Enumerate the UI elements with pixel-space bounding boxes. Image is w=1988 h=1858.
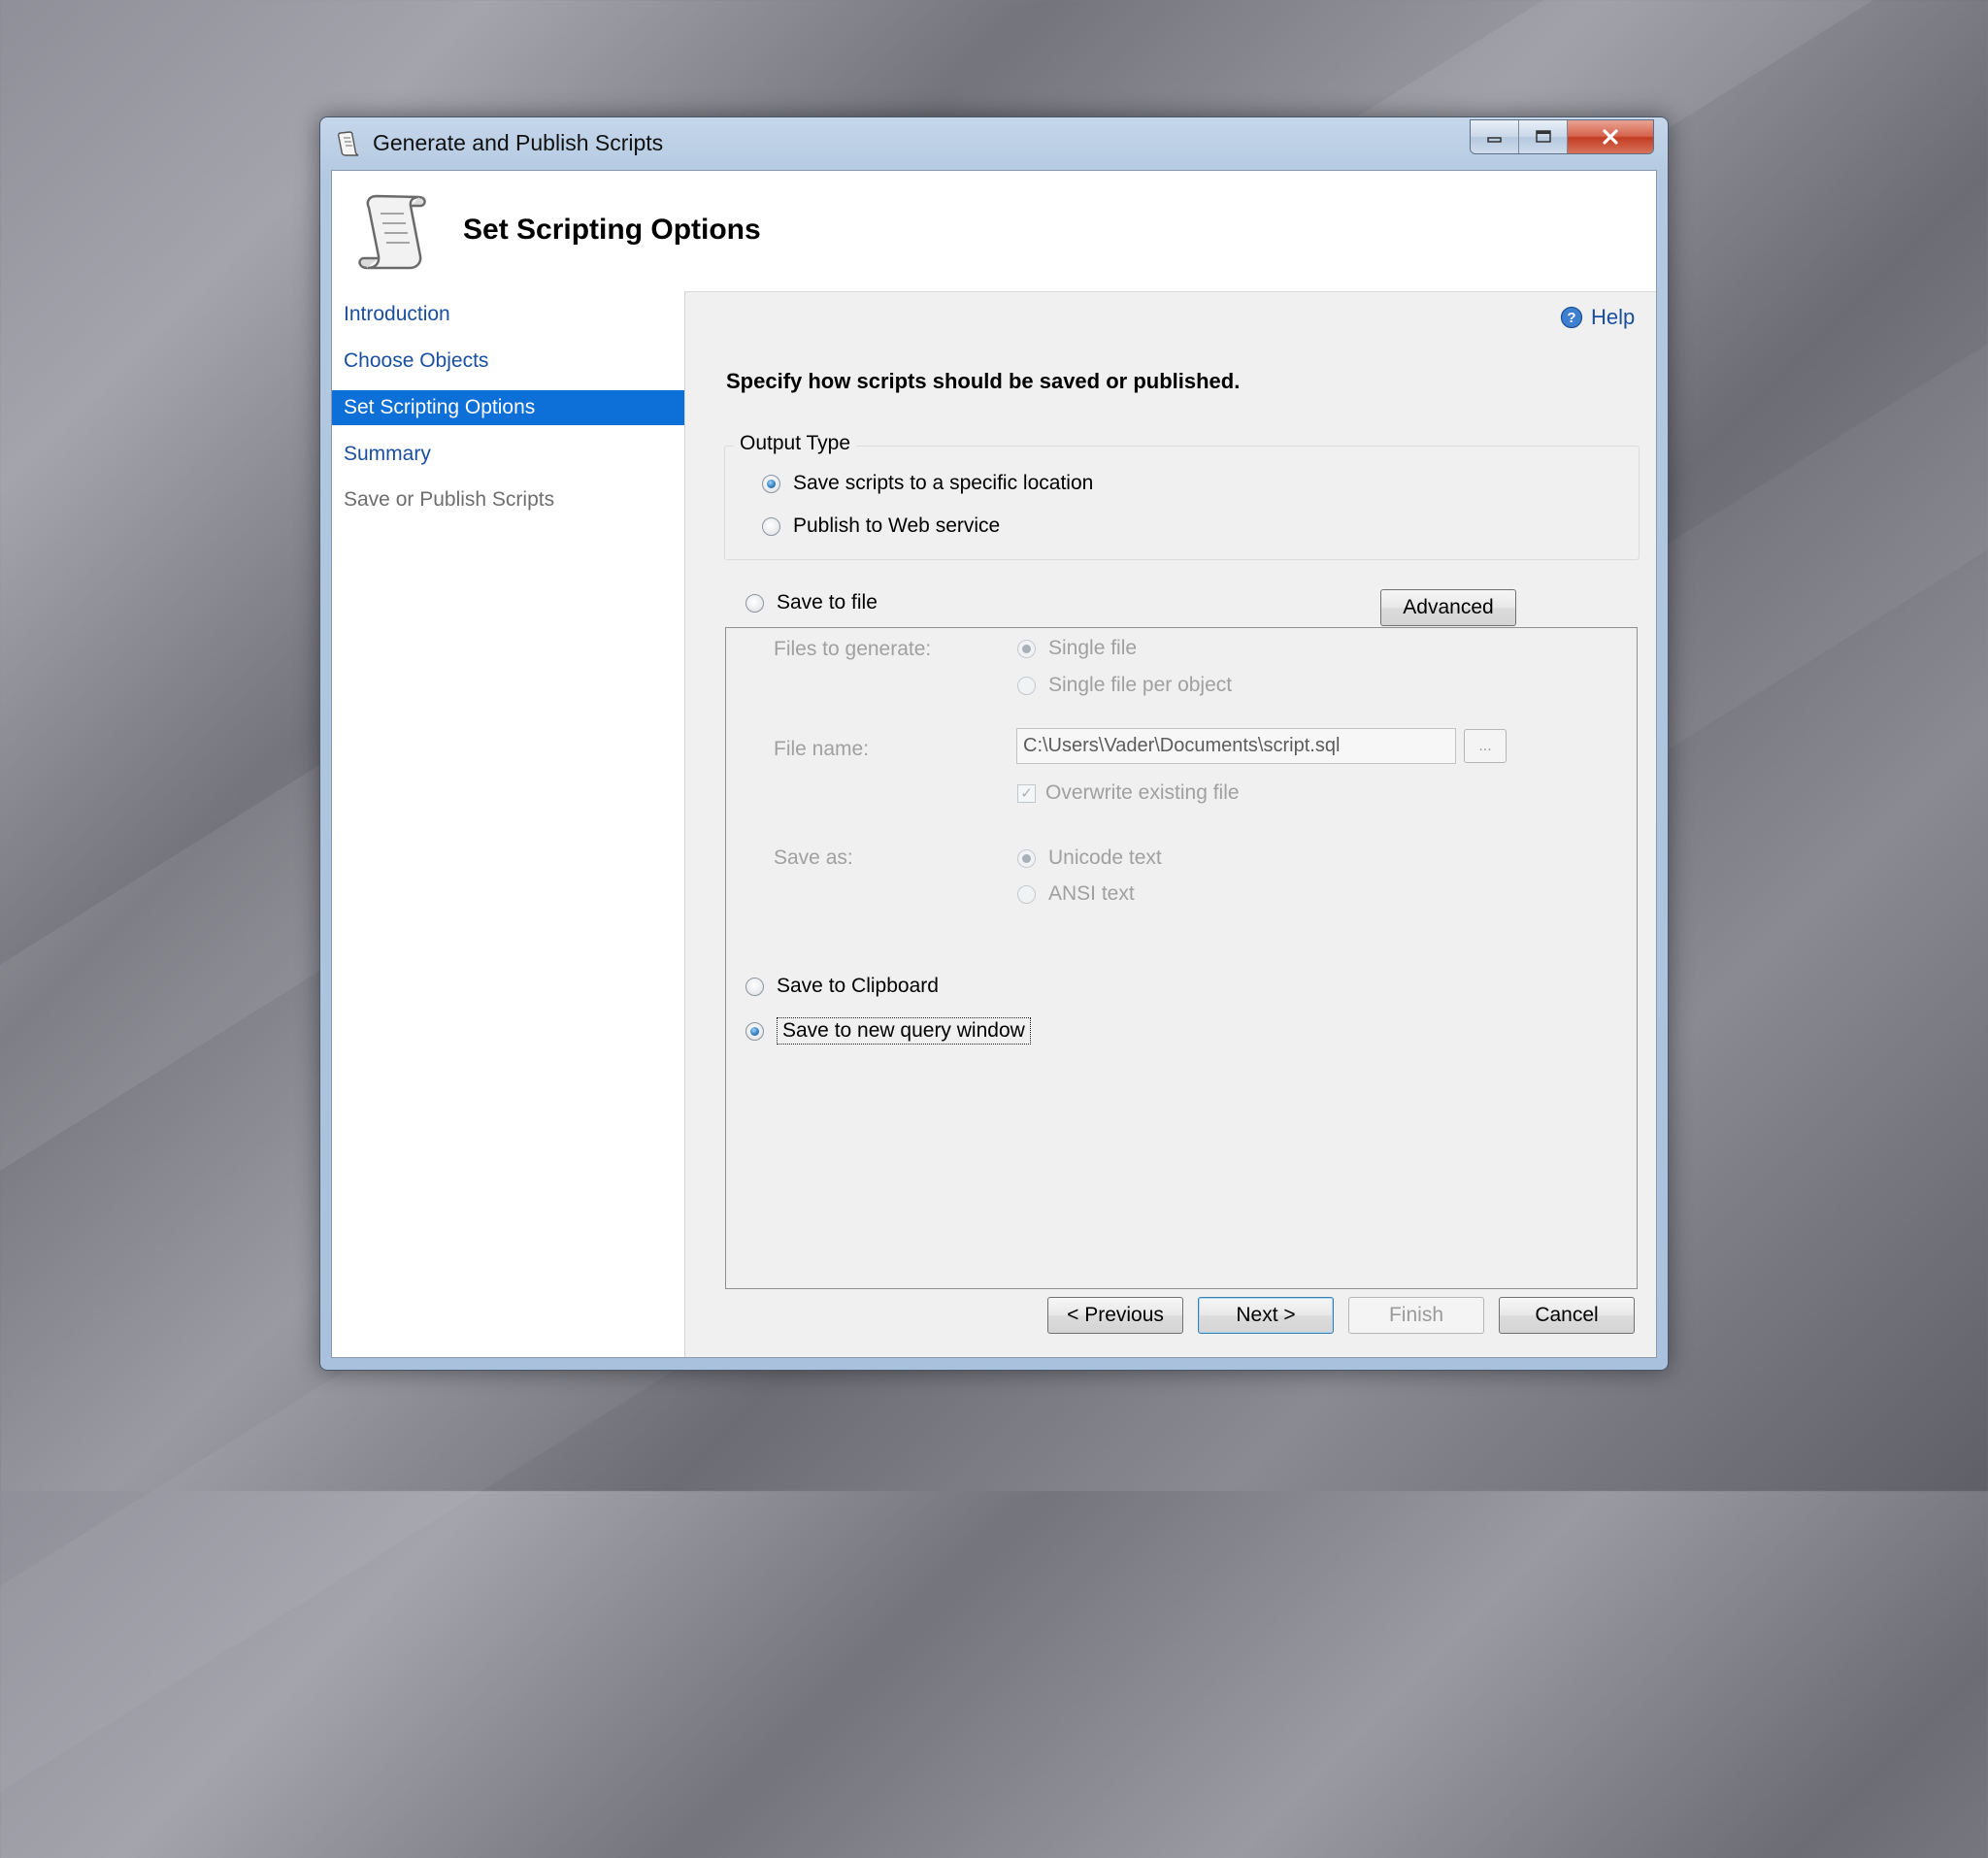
radio-save-to-location[interactable]: Save scripts to a specific location bbox=[762, 472, 1093, 495]
save-as-label: Save as: bbox=[774, 846, 853, 869]
radio-button bbox=[1017, 639, 1036, 658]
nav-item-choose-objects[interactable]: Choose Objects bbox=[332, 344, 684, 379]
cancel-button[interactable]: Cancel bbox=[1499, 1297, 1635, 1334]
radio-label: Save to Clipboard bbox=[777, 975, 939, 997]
output-type-legend: Output Type bbox=[734, 432, 857, 455]
nav-item-summary[interactable]: Summary bbox=[332, 437, 684, 472]
title-bar[interactable]: Generate and Publish Scripts bbox=[320, 117, 1668, 170]
maximize-button[interactable] bbox=[1519, 120, 1568, 153]
svg-text:?: ? bbox=[1567, 310, 1575, 326]
radio-ansi-text: ANSI text bbox=[1017, 882, 1135, 906]
destination-group bbox=[725, 627, 1638, 1289]
files-to-generate-label: Files to generate: bbox=[774, 638, 932, 660]
browse-button: ... bbox=[1464, 729, 1507, 763]
file-name-input: C:\Users\Vader\Documents\script.sql bbox=[1016, 728, 1456, 764]
window-title: Generate and Publish Scripts bbox=[373, 130, 664, 155]
overwrite-existing-file: ✓ Overwrite existing file bbox=[1017, 781, 1240, 805]
dialog-client-area: Set Scripting Options Introduction Choos… bbox=[331, 170, 1657, 1358]
radio-label: Single file per object bbox=[1048, 674, 1233, 696]
close-icon bbox=[1603, 129, 1618, 145]
radio-button[interactable] bbox=[762, 474, 780, 493]
caption-buttons bbox=[1470, 119, 1654, 154]
radio-save-to-file[interactable]: Save to file bbox=[746, 591, 878, 614]
wizard-navigation: Introduction Choose Objects Set Scriptin… bbox=[332, 291, 685, 1357]
checkbox-checked-icon: ✓ bbox=[1017, 783, 1036, 803]
radio-single-file: Single file bbox=[1017, 637, 1137, 660]
wizard-header: Set Scripting Options bbox=[332, 171, 1656, 292]
page-title: Set Scripting Options bbox=[463, 214, 761, 246]
radio-single-file-per-object: Single file per object bbox=[1017, 674, 1232, 697]
advanced-button[interactable]: Advanced bbox=[1380, 589, 1516, 626]
radio-label: ANSI text bbox=[1048, 882, 1135, 905]
instruction-text: Specify how scripts should be saved or p… bbox=[726, 369, 1241, 393]
help-label: Help bbox=[1591, 305, 1636, 329]
radio-save-to-query-window[interactable]: Save to new query window bbox=[746, 1017, 1031, 1045]
radio-publish-web-service[interactable]: Publish to Web service bbox=[762, 514, 1000, 538]
radio-unicode-text: Unicode text bbox=[1017, 846, 1162, 870]
radio-button[interactable] bbox=[762, 516, 780, 536]
script-scroll-icon bbox=[358, 194, 426, 270]
radio-button[interactable] bbox=[746, 1021, 764, 1041]
radio-button[interactable] bbox=[746, 593, 764, 613]
previous-button[interactable]: < Previous bbox=[1047, 1297, 1183, 1334]
nav-item-introduction[interactable]: Introduction bbox=[332, 297, 684, 332]
nav-item-save-or-publish: Save or Publish Scripts bbox=[344, 488, 555, 511]
output-type-group bbox=[724, 446, 1640, 560]
radio-save-to-clipboard[interactable]: Save to Clipboard bbox=[746, 975, 939, 998]
maximize-icon bbox=[1535, 130, 1551, 143]
file-name-label: File name: bbox=[774, 738, 870, 760]
script-scroll-icon bbox=[337, 131, 359, 156]
radio-button bbox=[1017, 848, 1036, 868]
dialog-window: Generate and Publish Scripts Set Scripti… bbox=[319, 116, 1669, 1371]
nav-item-set-scripting-options[interactable]: Set Scripting Options bbox=[332, 390, 684, 425]
minimize-icon bbox=[1486, 137, 1502, 143]
radio-label: Unicode text bbox=[1048, 846, 1162, 869]
radio-label: Save scripts to a specific location bbox=[793, 472, 1094, 494]
radio-label: Publish to Web service bbox=[793, 514, 1001, 537]
help-link[interactable]: ? Help bbox=[1560, 305, 1635, 330]
help-question-icon: ? bbox=[1560, 306, 1583, 329]
radio-label: Save to new query window bbox=[777, 1017, 1031, 1045]
finish-button: Finish bbox=[1348, 1297, 1484, 1334]
checkbox-label: Overwrite existing file bbox=[1045, 781, 1240, 804]
close-button[interactable] bbox=[1568, 120, 1653, 153]
radio-label: Save to file bbox=[777, 591, 878, 614]
minimize-button[interactable] bbox=[1471, 120, 1519, 153]
radio-button[interactable] bbox=[746, 977, 764, 996]
radio-button bbox=[1017, 676, 1036, 695]
next-button[interactable]: Next > bbox=[1198, 1297, 1334, 1334]
radio-button bbox=[1017, 884, 1036, 904]
radio-label: Single file bbox=[1048, 637, 1138, 659]
